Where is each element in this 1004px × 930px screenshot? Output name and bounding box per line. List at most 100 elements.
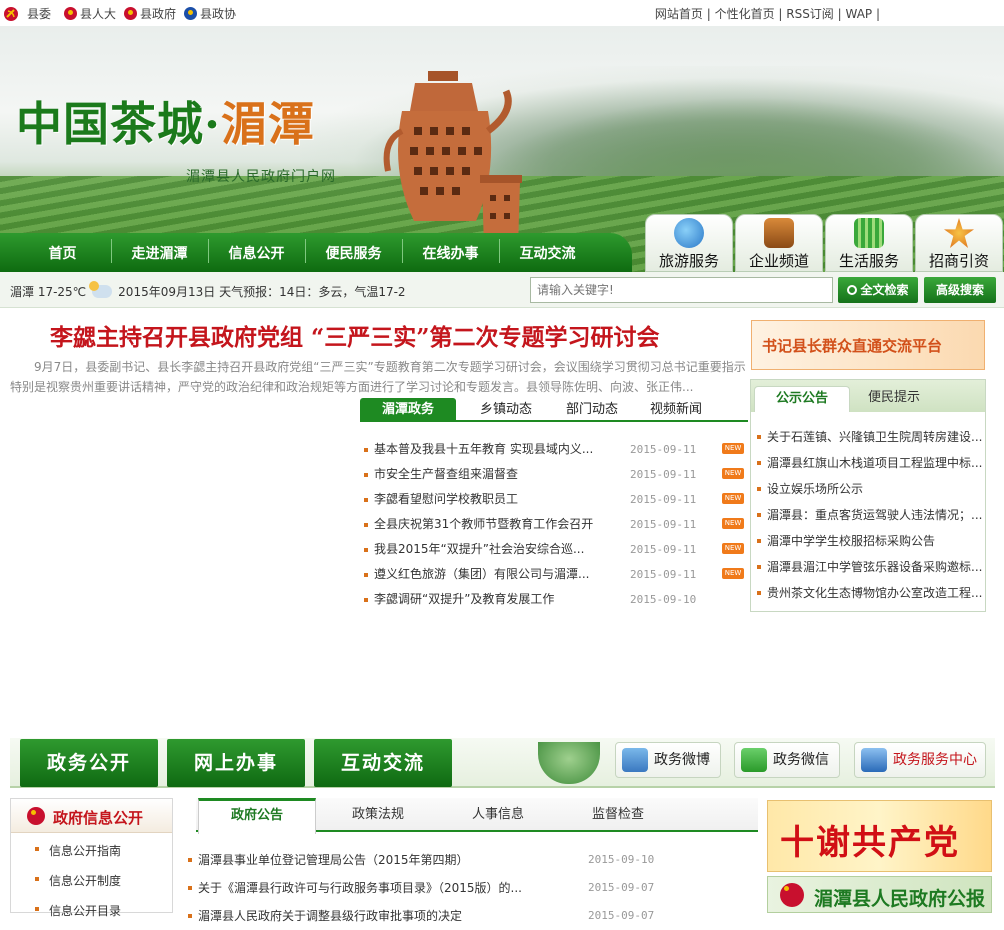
info-disclosure-system-link[interactable]: 信息公开制度 [35, 872, 121, 889]
cppcc-emblem-icon [184, 7, 197, 20]
gov-info-header: 政府信息公开 [11, 799, 172, 833]
advanced-search-button[interactable]: 高级搜索 [924, 277, 996, 303]
info-disclosure-guide-link[interactable]: 信息公开指南 [35, 842, 121, 859]
weather-forecast: 2015年09月13日 天气预报：14日：多云，气温17-2 [118, 285, 406, 299]
national-emblem-icon [27, 807, 45, 825]
announcement-date: 2015-09-10 [588, 853, 655, 866]
investment-label: 招商引资 [928, 252, 989, 270]
tab-policies[interactable]: 政策法规 [320, 798, 436, 832]
news-title: 李勰调研“双提升”及教育发展工作 [374, 592, 555, 606]
medal-icon [944, 218, 974, 248]
globe-icon [674, 218, 704, 248]
notice-item[interactable]: 设立娱乐场所公示 [757, 476, 983, 502]
notice-item[interactable]: 贵州茶文化生态博物馆办公室改造工程... [757, 580, 983, 606]
advanced-search-label: 高级搜索 [935, 283, 984, 297]
tab-video-news[interactable]: 视频新闻 [636, 398, 716, 422]
news-date: 2015-09-10 [630, 593, 697, 606]
tab-personnel[interactable]: 人事信息 [440, 798, 556, 832]
section-bar: 政务公开 网上办事 互动交流 政务微博 政务微信 政务服务中心 [10, 738, 995, 788]
news-date: 2015-09-11 [630, 443, 697, 456]
gov-weibo-button[interactable]: 政务微博 [615, 742, 721, 778]
gov-service-center-button[interactable]: 政务服务中心 [854, 742, 986, 778]
new-badge: NEW [722, 518, 744, 529]
notice-item[interactable]: 湄潭县红旗山木栈道项目工程监理中标... [757, 450, 983, 476]
tab-online-services[interactable]: 网上办事 [167, 739, 305, 787]
nav-home[interactable]: 首页 [14, 243, 111, 263]
tourism-service-label: 旅游服务 [658, 252, 719, 270]
tab-town-news[interactable]: 乡镇动态 [460, 398, 552, 422]
announcement-item[interactable]: 湄潭县事业单位登记管理局公告（2015年第四期） 2015-09-10 [188, 846, 668, 874]
notice-box: 公示公告 便民提示 关于石莲镇、兴隆镇卫生院周转房建设... 湄潭县红旗山木栈道… [750, 379, 986, 612]
party-banner[interactable]: 十谢共产党 [767, 800, 992, 872]
enterprise-channel-tab[interactable]: 企业频道 [735, 214, 823, 272]
announcement-item[interactable]: 关于《湄潭县行政许可与行政服务事项目录》（2015版）的... 2015-09-0… [188, 874, 668, 902]
cloudy-icon [89, 281, 113, 298]
headline-title[interactable]: 李勰主持召开县政府党组 “三严三实”第二次专题学习研讨会 [50, 318, 740, 352]
site-links[interactable]: 网站首页 | 个性化首页 | RSS订阅 | WAP | [655, 5, 880, 22]
news-item[interactable]: 我县2015年“双提升”社会治安综合巡... 2015-09-11 NEW [364, 537, 748, 562]
tab-supervision[interactable]: 监督检查 [560, 798, 676, 832]
monitor-icon [861, 748, 887, 772]
party-emblem-icon [4, 6, 18, 21]
gov-gazette-banner[interactable]: 湄潭县人民政府公报 [767, 876, 992, 913]
search-input[interactable] [530, 277, 833, 303]
news-date: 2015-09-11 [630, 468, 697, 481]
nav-online-affairs[interactable]: 在线办事 [402, 238, 499, 263]
announcement-date: 2015-09-07 [588, 909, 655, 922]
county-committee-label: 县委 [27, 7, 52, 21]
secretary-mayor-platform-banner[interactable]: 书记县长群众直通交流平台 [751, 320, 985, 370]
news-item[interactable]: 李勰调研“双提升”及教育发展工作 2015-09-10 [364, 587, 748, 612]
news-date: 2015-09-11 [630, 518, 697, 531]
life-service-label: 生活服务 [838, 252, 899, 270]
announcement-title: 关于《湄潭县行政许可与行政服务事项目录》（2015版）的... [198, 881, 522, 895]
new-badge: NEW [722, 543, 744, 554]
news-item[interactable]: 全县庆祝第31个教师节暨教育工作会召开 2015-09-11 NEW [364, 512, 748, 537]
search-icon [847, 285, 858, 295]
news-title: 遵义红色旅游（集团）有限公司与湄潭... [374, 567, 590, 581]
nav-public-service[interactable]: 便民服务 [305, 238, 402, 263]
site-logo[interactable]: 中国茶城·湄潭 [16, 88, 315, 154]
notice-item[interactable]: 湄潭中学学生校服招标采购公告 [757, 528, 983, 554]
wechat-icon [741, 748, 767, 772]
notice-item[interactable]: 关于石莲镇、兴隆镇卫生院周转房建设... [757, 424, 983, 450]
weibo-icon [622, 748, 648, 772]
new-badge: NEW [722, 443, 744, 454]
info-disclosure-catalog-link[interactable]: 信息公开目录 [35, 902, 121, 919]
tourism-service-tab[interactable]: 旅游服务 [645, 214, 733, 272]
news-item[interactable]: 基本普及我县十五年教育 实现县域内义... 2015-09-11 NEW [364, 437, 748, 462]
nav-about[interactable]: 走进湄潭 [111, 238, 208, 263]
news-item[interactable]: 遵义红色旅游（集团）有限公司与湄潭... 2015-09-11 NEW [364, 562, 748, 587]
county-cppcc-link[interactable]: 县政协 [184, 5, 236, 22]
headline-summary: 9月7日，县委副书记、县长李勰主持召开县政府党组“三严三实”专题教育第二次专题学… [10, 360, 746, 394]
news-tabs: 湄潭政务 乡镇动态 部门动态 视频新闻 [360, 398, 748, 422]
tab-interaction[interactable]: 互动交流 [314, 739, 452, 787]
county-committee-link[interactable]: 县委 [4, 5, 51, 22]
news-item[interactable]: 市安全生产督查组来湄督查 2015-09-11 NEW [364, 462, 748, 487]
county-congress-link[interactable]: 县人大 [64, 5, 116, 22]
tab-meitan-affairs[interactable]: 湄潭政务 [360, 398, 456, 422]
tab-public-notices[interactable]: 公示公告 [754, 386, 850, 412]
notice-list: 关于石莲镇、兴隆镇卫生院周转房建设... 湄潭县红旗山木栈道项目工程监理中标..… [757, 424, 983, 606]
fulltext-search-button[interactable]: 全文检索 [838, 277, 918, 303]
basket-icon [854, 218, 884, 248]
nav-info-disclosure[interactable]: 信息公开 [208, 238, 305, 263]
notice-item[interactable]: 湄潭县：重点客货运驾驶人违法情况；... [757, 502, 983, 528]
life-service-tab[interactable]: 生活服务 [825, 214, 913, 272]
announcement-list: 湄潭县事业单位登记管理局公告（2015年第四期） 2015-09-10 关于《湄潭… [188, 846, 668, 930]
new-badge: NEW [722, 568, 744, 579]
tab-government-affairs[interactable]: 政务公开 [20, 739, 158, 787]
tab-department-news[interactable]: 部门动态 [552, 398, 632, 422]
news-list: 基本普及我县十五年教育 实现县域内义... 2015-09-11 NEW 市安全生产… [364, 437, 748, 612]
announcement-item[interactable]: 湄潭县人民政府关于调整县级行政审批事项的决定 2015-09-07 [188, 902, 668, 930]
tab-gov-announcements[interactable]: 政府公告 [198, 798, 316, 834]
news-item[interactable]: 李勰看望慰问学校教职员工 2015-09-11 NEW [364, 487, 748, 512]
news-title: 全县庆祝第31个教师节暨教育工作会召开 [374, 517, 594, 531]
notice-item[interactable]: 湄潭县湄江中学管弦乐器设备采购邀标... [757, 554, 983, 580]
nav-interaction[interactable]: 互动交流 [499, 238, 596, 263]
tab-public-tips[interactable]: 便民提示 [851, 386, 937, 412]
info-bar: 湄潭 17-25℃ 2015年09月13日 天气预报：14日：多云，气温17-2… [0, 272, 1004, 308]
news-title: 我县2015年“双提升”社会治安综合巡... [374, 542, 585, 556]
investment-tab[interactable]: 招商引资 [915, 214, 1003, 272]
county-government-link[interactable]: 县政府 [124, 5, 176, 22]
gov-wechat-button[interactable]: 政务微信 [734, 742, 840, 778]
